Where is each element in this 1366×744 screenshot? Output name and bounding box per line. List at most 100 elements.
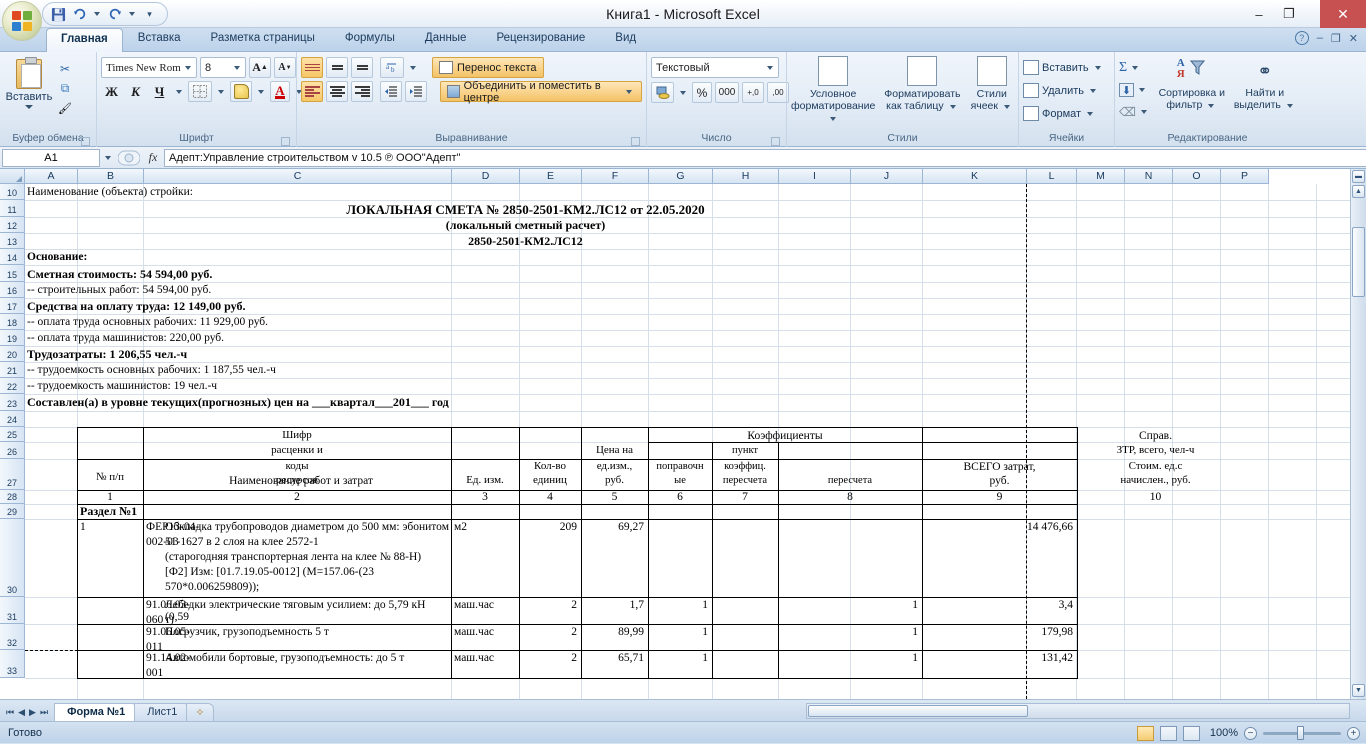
th-code-l3[interactable]: коды (144, 460, 450, 473)
select-all-corner[interactable] (0, 169, 25, 184)
row3-price[interactable]: 89,99 (582, 626, 644, 638)
row1-num[interactable]: 1 (80, 521, 86, 533)
comma-style-button[interactable]: 000 (715, 82, 739, 103)
th-n2[interactable]: 2 (144, 491, 450, 503)
name-box[interactable]: A1 (2, 148, 100, 167)
clipboard-dialog-launcher[interactable] (81, 137, 90, 146)
cell-A22[interactable]: -- трудоемкость машинистов: 19 чел.-ч (27, 380, 217, 392)
sheet-tab-list1[interactable]: Лист1 (134, 703, 191, 721)
tab-home[interactable]: Главная (46, 28, 123, 52)
row3-name-l1[interactable]: Погрузчик, грузоподъемность 5 т (165, 626, 449, 638)
row4-total[interactable]: 131,42 (923, 652, 1073, 664)
format-cells-button[interactable]: Формат (1023, 103, 1104, 124)
column-header-A[interactable]: A (25, 169, 78, 184)
increase-font-size-button[interactable]: A ▲ (249, 57, 271, 78)
row-header-23[interactable]: 23 (0, 394, 25, 411)
paste-dropdown-icon[interactable] (25, 105, 33, 109)
formula-bar-expand-button[interactable] (116, 150, 142, 166)
percent-style-button[interactable]: % (692, 82, 712, 103)
insert-cells-button[interactable]: Вставить (1023, 57, 1104, 78)
vertical-scrollbar[interactable]: ▬ ▲ ▼ (1350, 169, 1366, 699)
underline-dropdown-icon[interactable] (176, 89, 182, 94)
column-header-I[interactable]: I (779, 169, 851, 184)
borders-button[interactable] (188, 81, 212, 102)
th-ref-l1[interactable]: ЗТР, всего, чел-ч (1078, 444, 1233, 457)
th-name[interactable]: Наименование работ и затрат (152, 475, 450, 487)
font-size-dropdown-icon[interactable] (234, 65, 240, 70)
row3-qty[interactable]: 2 (520, 626, 577, 638)
th-ref-l2[interactable]: Стоим. ед.с (1078, 460, 1233, 473)
th-n7[interactable]: 7 (713, 491, 777, 503)
page-layout-view-button[interactable] (1160, 725, 1177, 741)
cell-A12[interactable]: (локальный сметный расчет) (25, 219, 1026, 232)
tab-data[interactable]: Данные (410, 28, 482, 52)
row1-price[interactable]: 69,27 (582, 521, 644, 533)
fill-button[interactable]: ⬇ (1119, 80, 1150, 100)
window-minimize-button[interactable]: – (1244, 0, 1274, 28)
first-sheet-icon[interactable]: ⏮ (6, 707, 14, 718)
row-header-30[interactable]: 30 (0, 519, 25, 597)
th-qty-l1[interactable]: Кол-во (520, 460, 580, 473)
cell-area[interactable]: Наименование (объекта) стройки: ЛОКАЛЬНА… (25, 184, 1366, 699)
cell-A15[interactable]: Сметная стоимость: 54 594,00 руб. (27, 268, 212, 281)
ribbon-close-button[interactable]: ✕ (1349, 32, 1362, 45)
cell-A20[interactable]: Трудозатраты: 1 206,55 чел.-ч (27, 348, 187, 361)
name-box-dropdown-icon[interactable] (100, 155, 116, 160)
th-unit[interactable]: Ед. изм. (452, 474, 518, 487)
row-header-10[interactable]: 10 (0, 184, 25, 200)
row-header-16[interactable]: 16 (0, 282, 25, 298)
format-dropdown-icon[interactable] (1087, 111, 1094, 116)
row-header-29[interactable]: 29 (0, 504, 25, 519)
th-n6[interactable]: 6 (649, 491, 711, 503)
tab-review[interactable]: Рецензирование (481, 28, 600, 52)
cell-A16[interactable]: -- строительных работ: 54 594,00 руб. (27, 284, 211, 296)
row4-krecalc[interactable]: 1 (779, 652, 918, 664)
row4-price[interactable]: 65,71 (582, 652, 644, 664)
underline-button[interactable]: Ч (149, 81, 170, 102)
row-header-31[interactable]: 31 (0, 597, 25, 624)
row-header-22[interactable]: 22 (0, 378, 25, 394)
sort-filter-dropdown-icon[interactable] (1208, 104, 1215, 108)
th-code-l1[interactable]: Шифр (144, 429, 450, 442)
column-header-B[interactable]: B (78, 169, 144, 184)
th-koeff-group[interactable]: Коэффициенты (649, 430, 921, 442)
zoom-controls[interactable]: 100% − + (1137, 722, 1360, 744)
font-size-combo[interactable]: 8 (200, 57, 246, 78)
th-n3[interactable]: 3 (452, 491, 518, 503)
row1-qty[interactable]: 209 (520, 521, 577, 533)
last-sheet-icon[interactable]: ⏭ (40, 707, 48, 718)
th-k9[interactable]: пересчета (779, 475, 921, 486)
orientation-dropdown-icon[interactable] (410, 65, 416, 70)
th-sprav-group[interactable]: Справ. (1078, 430, 1233, 442)
cell-A21[interactable]: -- трудоемкость основных рабочих: 1 187,… (27, 364, 276, 376)
formula-input[interactable]: Адепт:Управление строительством v 10.5 ℗… (164, 148, 1366, 167)
tab-view[interactable]: Вид (600, 28, 651, 52)
align-bottom-button[interactable] (351, 57, 373, 78)
find-dropdown-icon[interactable] (1286, 104, 1293, 108)
row1-name-l1[interactable]: Обкладка трубопроводов диаметром до 500 … (165, 521, 449, 533)
zoom-in-button[interactable]: + (1347, 726, 1360, 740)
horizontal-scroll-thumb[interactable] (808, 705, 1028, 717)
accounting-format-button[interactable] (651, 82, 674, 103)
font-dialog-launcher[interactable] (281, 137, 290, 146)
delete-cells-button[interactable]: Удалить (1023, 80, 1104, 101)
row-header-19[interactable]: 19 (0, 330, 25, 346)
column-header-K[interactable]: K (923, 169, 1027, 184)
alignment-dialog-launcher[interactable] (631, 137, 640, 146)
column-header-N[interactable]: N (1125, 169, 1173, 184)
row-header-11[interactable]: 11 (0, 200, 25, 217)
row4-code-l2[interactable]: 001 (146, 667, 163, 679)
number-format-dropdown-icon[interactable] (767, 65, 773, 70)
cell-A14[interactable]: Основание: (27, 251, 87, 263)
fill-color-dropdown-icon[interactable] (258, 89, 264, 94)
insert-dropdown-icon[interactable] (1094, 65, 1101, 70)
cell-styles-dropdown-icon[interactable] (1003, 105, 1010, 109)
column-header-D[interactable]: D (452, 169, 520, 184)
th-n10[interactable]: 10 (1078, 491, 1233, 503)
row3-krecalc[interactable]: 1 (779, 626, 918, 638)
clear-button[interactable]: ⌫ (1119, 102, 1150, 122)
increase-decimal-button[interactable]: +,0 (742, 82, 764, 103)
wrap-text-button[interactable]: Перенос текста (432, 57, 544, 78)
horizontal-scrollbar[interactable] (806, 703, 1350, 719)
row1-name-l4[interactable]: [Ф2] Изм: [01.7.19.05-0012] (М=157.06-(2… (165, 566, 449, 578)
